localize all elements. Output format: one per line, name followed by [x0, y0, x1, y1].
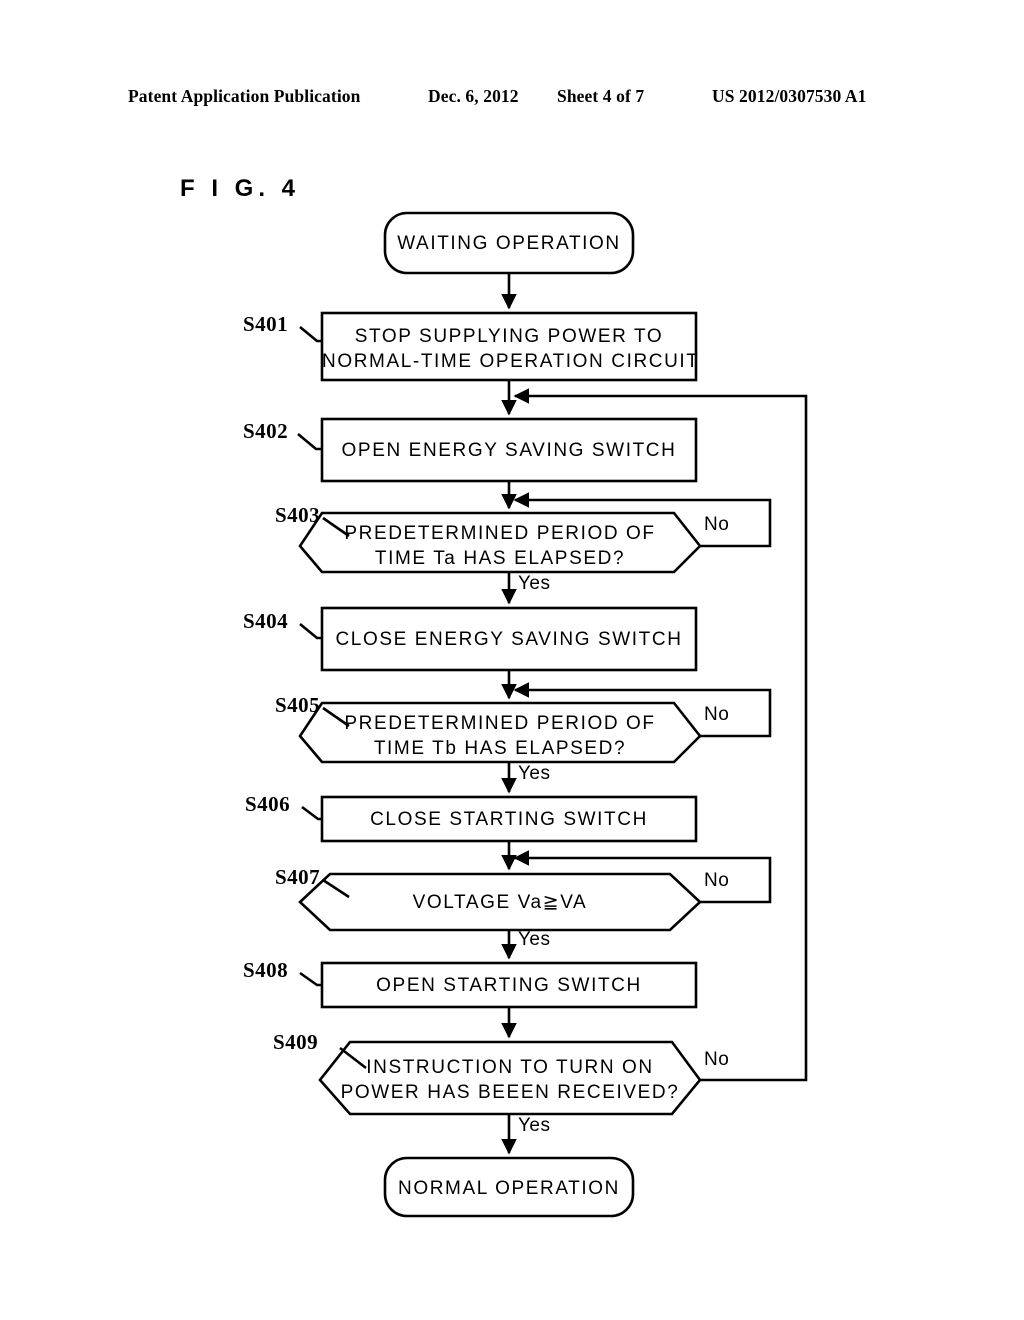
leader-s402 — [297, 433, 322, 451]
branch-label-s403-yes: Yes — [518, 573, 551, 594]
step-label-s407: S407 — [275, 865, 321, 889]
node-s404-shape — [320, 606, 698, 672]
step-label-s402: S402 — [243, 419, 289, 443]
node-s405-shape — [298, 701, 702, 764]
branch-label-s409-yes: Yes — [518, 1115, 551, 1136]
leader-s408 — [299, 971, 322, 987]
step-label-s401: S401 — [243, 312, 289, 336]
branch-label-s409-no: No — [704, 1049, 730, 1070]
step-label-s406: S406 — [245, 792, 291, 816]
leader-s401 — [299, 325, 322, 343]
step-label-s403: S403 — [275, 503, 321, 527]
node-s403-shape — [298, 511, 702, 574]
node-start-shape — [383, 211, 635, 275]
node-s401-shape — [320, 311, 698, 382]
step-label-s409: S409 — [273, 1030, 319, 1054]
branch-label-s407-yes: Yes — [518, 929, 551, 950]
node-s409-shape — [318, 1040, 702, 1116]
node-end-shape — [383, 1156, 635, 1218]
step-label-s404: S404 — [243, 609, 289, 633]
node-s407-shape — [298, 872, 702, 932]
flowchart-diagram — [297, 211, 808, 1218]
node-s408-shape — [320, 961, 698, 1009]
branch-label-s407-no: No — [704, 870, 730, 891]
branch-label-s405-yes: Yes — [518, 763, 551, 784]
leader-s404 — [299, 622, 322, 640]
leader-s406 — [301, 805, 322, 821]
step-label-s408: S408 — [243, 958, 289, 982]
node-s406-shape — [320, 795, 698, 843]
branch-label-s405-no: No — [704, 704, 730, 725]
branch-label-s403-no: No — [704, 514, 730, 535]
node-s402-shape — [320, 417, 698, 483]
step-label-s405: S405 — [275, 693, 321, 717]
